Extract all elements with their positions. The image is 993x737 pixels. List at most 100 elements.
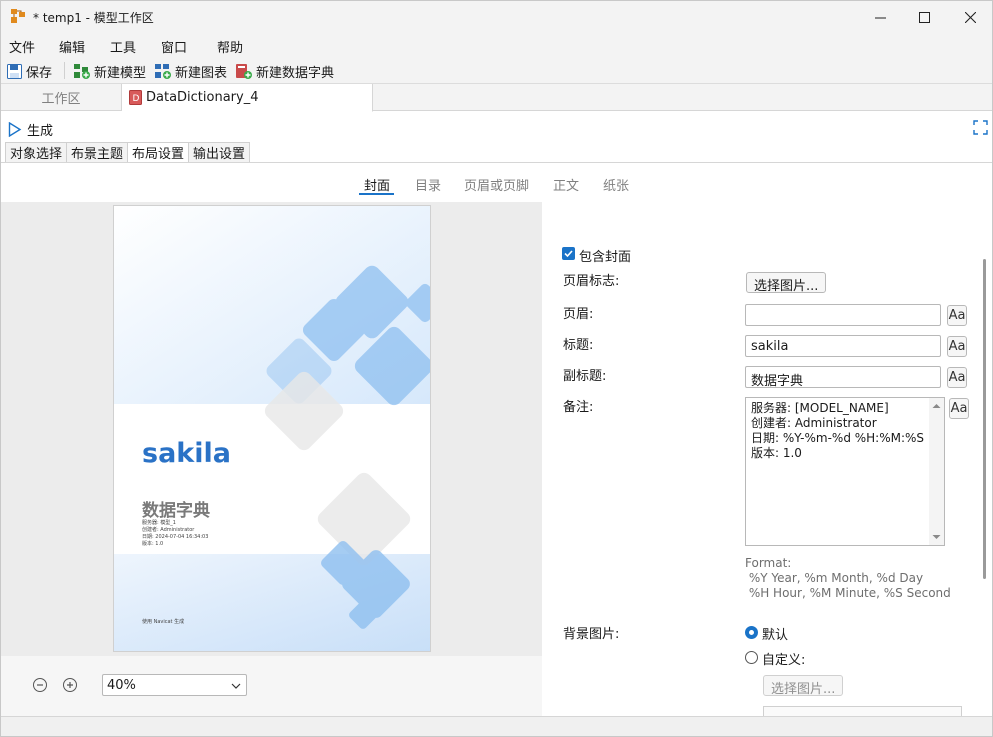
tab-output-settings[interactable]: 输出设置 — [188, 142, 251, 163]
scrollbar-thumb[interactable] — [983, 259, 986, 579]
title-input[interactable]: sakila — [745, 335, 941, 357]
notes-label: 备注: — [563, 400, 594, 415]
menu-window[interactable]: 窗口 — [161, 37, 187, 56]
new-dictionary-label: 新建数据字典 — [256, 65, 335, 81]
tab-header-footer[interactable]: 页眉或页脚 — [464, 175, 529, 194]
check-icon — [564, 250, 573, 258]
new-chart-icon — [155, 63, 171, 79]
minimize-button[interactable] — [857, 1, 903, 33]
save-button[interactable]: 保存 — [6, 61, 52, 81]
toolbar: 保存 新建模型 新建图表 新建数据字典 — [1, 57, 992, 84]
cover-line-date: 日期: 2024-07-04 16:34:03 — [142, 534, 209, 540]
save-icon — [7, 63, 22, 79]
zoom-out-icon[interactable] — [32, 677, 48, 693]
svg-text:D: D — [133, 94, 140, 104]
close-icon — [964, 11, 976, 23]
notes-textarea[interactable]: 服务器: [MODEL_NAME] 创建者: Administrator 日期:… — [745, 397, 945, 546]
tab-body[interactable]: 正文 — [553, 175, 579, 194]
bg-default-label: 默认 — [762, 628, 789, 643]
cover-subtitle: 数据字典 — [142, 501, 210, 521]
notes-line: 创建者: Administrator — [751, 416, 877, 430]
notes-scrollbar[interactable] — [929, 398, 944, 545]
zoom-value: 40% — [107, 678, 136, 693]
cover-background-art — [114, 206, 430, 651]
header-input[interactable] — [745, 304, 941, 326]
cover-title: sakila — [142, 438, 231, 469]
include-cover-label: 包含封面 — [579, 250, 632, 265]
divider — [1, 162, 992, 163]
settings-tabs: 对象选择 布景主题 布局设置 输出设置 — [5, 142, 251, 163]
zoom-in-icon[interactable] — [62, 677, 78, 693]
zoom-bar — [1, 656, 542, 716]
tab-object-selection[interactable]: 对象选择 — [5, 142, 67, 163]
bg-default-radio[interactable] — [745, 626, 758, 639]
menu-bar: 文件 编辑 工具 窗口 帮助 — [1, 33, 992, 57]
notes-line: 版本: 1.0 — [751, 446, 802, 460]
notes-line: 日期: %Y-%m-%d %H:%M:%S — [751, 431, 925, 445]
cover-page-preview: sakila 数据字典 服务器: 模型_1 创建者: Administrator… — [114, 206, 430, 651]
window-title: * temp1 - 模型工作区 — [33, 11, 154, 25]
menu-edit[interactable]: 编辑 — [59, 37, 85, 56]
generate-label: 生成 — [27, 124, 54, 139]
toolbar-separator — [64, 62, 65, 79]
cover-line-creator: 创建者: Administrator — [142, 527, 195, 533]
subtitle-input[interactable]: 数据字典 — [745, 366, 941, 389]
tab-data-dictionary-label: DataDictionary_4 — [146, 90, 259, 105]
close-button[interactable] — [947, 1, 992, 33]
data-dictionary-icon: D — [129, 90, 142, 105]
tab-theme[interactable]: 布景主题 — [66, 142, 128, 163]
chevron-down-icon — [231, 683, 241, 689]
tab-workspace-label: 工作区 — [41, 92, 81, 107]
bg-preview-box — [763, 706, 962, 716]
scroll-down-icon[interactable] — [929, 532, 944, 542]
subtitle-label: 副标题: — [563, 369, 607, 384]
fullscreen-icon[interactable] — [973, 120, 988, 135]
tab-layout-settings[interactable]: 布局设置 — [127, 142, 189, 163]
document-tabs: 工作区 D DataDictionary_4 — [1, 84, 992, 112]
save-label: 保存 — [26, 65, 53, 81]
new-chart-label: 新建图表 — [175, 65, 228, 81]
menu-file[interactable]: 文件 — [9, 37, 35, 56]
layout-section-tabs: 封面 目录 页眉或页脚 正文 纸张 — [1, 175, 992, 195]
bg-choose-button[interactable]: 选择图片... — [763, 675, 844, 697]
play-icon — [8, 122, 22, 137]
notes-line: 服务器: [MODEL_NAME] — [751, 401, 889, 415]
tab-data-dictionary[interactable]: D DataDictionary_4 — [122, 84, 373, 112]
tab-cover[interactable]: 封面 — [364, 175, 390, 194]
new-chart-button[interactable]: 新建图表 — [154, 61, 227, 81]
generate-button[interactable]: 生成 — [8, 120, 53, 139]
menu-tools[interactable]: 工具 — [110, 37, 136, 56]
new-dictionary-icon — [236, 63, 252, 79]
bg-custom-label: 自定义: — [762, 653, 806, 668]
scroll-up-icon[interactable] — [929, 401, 944, 411]
background-image-label: 背景图片: — [563, 627, 620, 642]
tab-workspace[interactable]: 工作区 — [1, 84, 122, 111]
subtitle-font-button[interactable]: Aa — [947, 367, 967, 388]
new-model-label: 新建模型 — [94, 65, 147, 81]
bg-custom-radio[interactable] — [745, 651, 758, 664]
new-data-dictionary-button[interactable]: 新建数据字典 — [235, 61, 334, 81]
include-cover-checkbox[interactable] — [562, 247, 575, 260]
app-window: * temp1 - 模型工作区 文件 编辑 工具 窗口 帮助 保存 新建模型 新 — [0, 0, 993, 737]
active-tab-underline — [359, 193, 394, 195]
tab-toc[interactable]: 目录 — [415, 175, 441, 194]
status-bar — [1, 716, 992, 736]
format-help-text: Format: %Y Year, %m Month, %d Day %H Hou… — [745, 556, 951, 600]
menu-help[interactable]: 帮助 — [217, 37, 243, 56]
title-label: 标题: — [563, 338, 594, 353]
model-app-icon — [11, 9, 25, 23]
maximize-icon — [918, 11, 930, 23]
title-font-button[interactable]: Aa — [947, 336, 967, 357]
header-logo-choose-button[interactable]: 选择图片... — [746, 272, 827, 294]
tab-paper[interactable]: 纸张 — [603, 175, 629, 194]
header-logo-label: 页眉标志: — [563, 274, 620, 289]
cover-line-server: 服务器: 模型_1 — [142, 520, 176, 526]
notes-font-button[interactable]: Aa — [949, 398, 969, 419]
header-font-button[interactable]: Aa — [947, 305, 967, 326]
title-bar: * temp1 - 模型工作区 — [1, 1, 992, 33]
new-model-icon — [74, 63, 90, 79]
zoom-select[interactable]: 40% — [102, 674, 247, 696]
cover-footer: 使用 Navicat 生成 — [142, 619, 185, 625]
new-model-button[interactable]: 新建模型 — [73, 61, 146, 81]
maximize-button[interactable] — [901, 1, 947, 33]
